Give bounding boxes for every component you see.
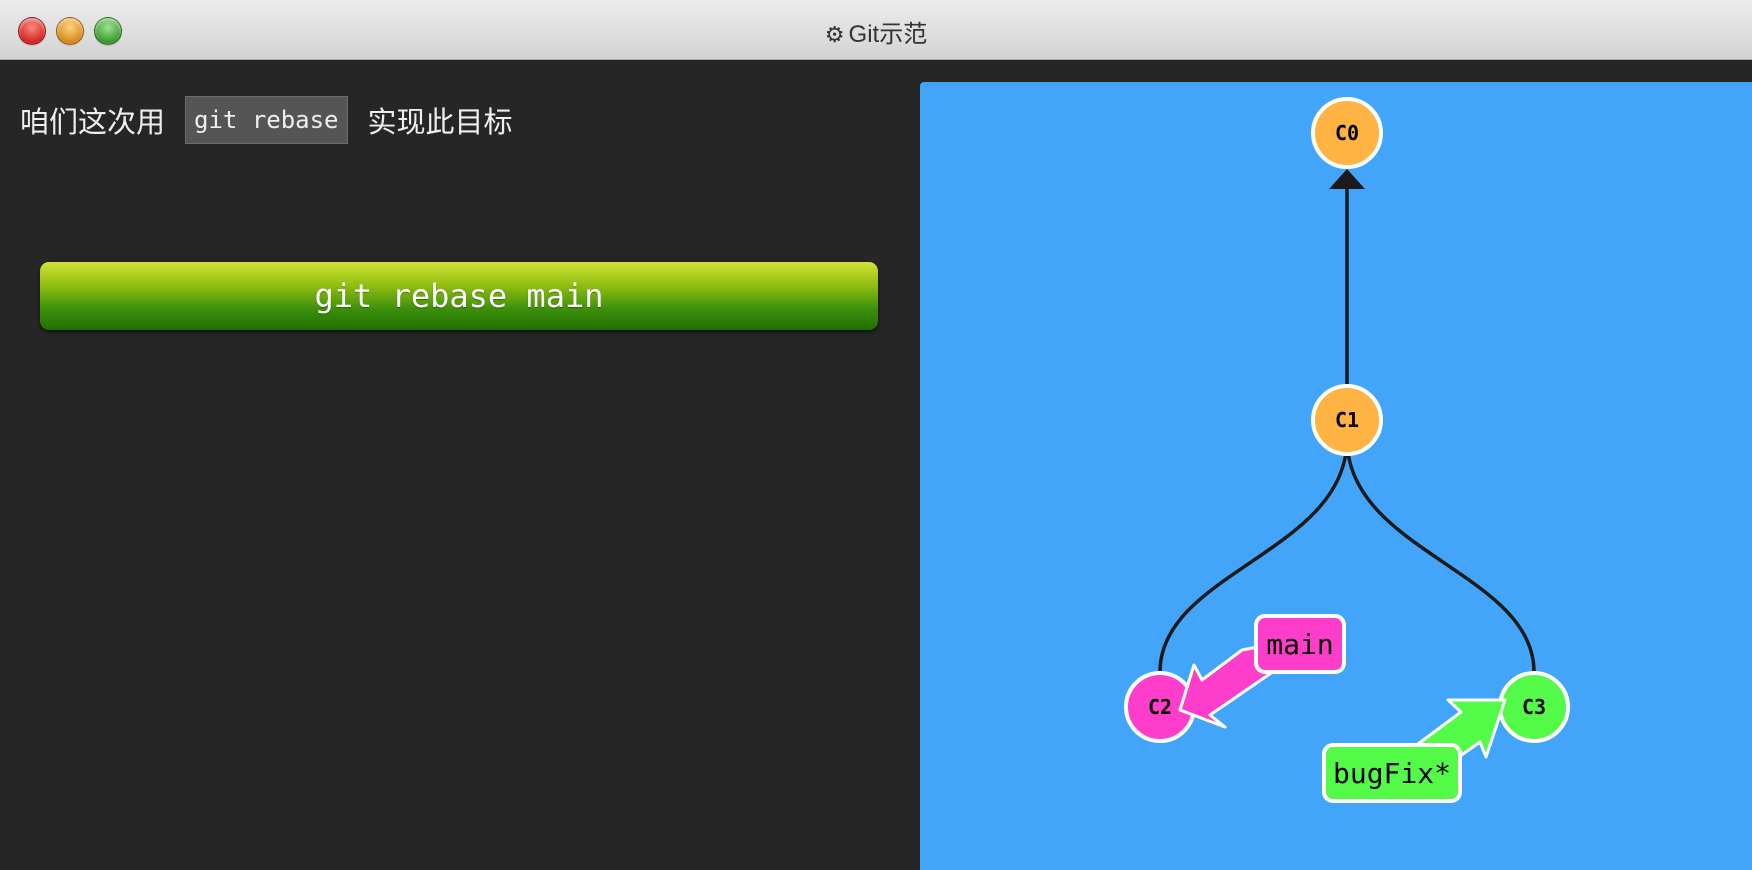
instruction-prefix: 咱们这次用: [20, 105, 166, 139]
commit-c3[interactable]: C3: [1498, 671, 1570, 743]
app-window: ⚙ Git示范 咱们这次用 git rebase 实现此目标 git rebase…: [0, 0, 1752, 870]
commit-c3-label: C3: [1522, 695, 1546, 719]
title-bar: ⚙ Git示范: [0, 0, 1752, 60]
edge-c3-c1: [1345, 438, 1536, 673]
commit-c1-label: C1: [1335, 408, 1359, 432]
window-title-text: Git示范: [848, 21, 928, 48]
branch-bugfix-label: bugFix*: [1333, 757, 1451, 790]
commit-c2-label: C2: [1148, 695, 1172, 719]
goal-instruction: 咱们这次用 git rebase 实现此目标: [20, 96, 513, 144]
instruction-suffix: 实现此目标: [367, 105, 513, 139]
branch-bugfix[interactable]: bugFix*: [1322, 698, 1507, 803]
commit-c1[interactable]: C1: [1311, 384, 1383, 456]
git-rebase-main-button[interactable]: git rebase main: [40, 262, 878, 330]
branch-main[interactable]: main: [1178, 614, 1346, 729]
commit-c0-label: C0: [1335, 121, 1359, 145]
arrowhead-c0: [1329, 169, 1365, 189]
git-graph-visualization: C0 C1 C2 C3 main bugFix*: [920, 82, 1752, 870]
gear-icon: ⚙: [824, 22, 845, 47]
git-graph-svg: C0 C1 C2 C3 main bugFix*: [1124, 97, 1570, 803]
window-title: ⚙ Git示范: [0, 14, 1752, 49]
instruction-code: git rebase: [185, 96, 348, 144]
branch-main-label: main: [1266, 628, 1333, 661]
commit-c0[interactable]: C0: [1311, 97, 1383, 169]
